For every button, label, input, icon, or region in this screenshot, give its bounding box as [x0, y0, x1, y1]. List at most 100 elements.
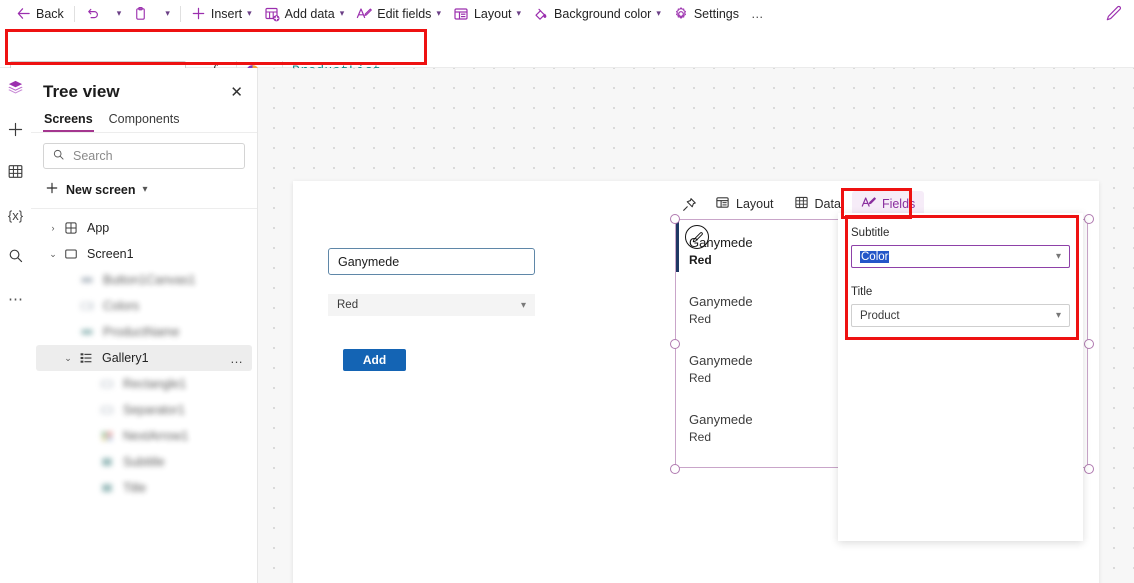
pin-icon[interactable] [675, 191, 704, 217]
image-icon [97, 429, 117, 443]
resize-handle-bottom-right[interactable] [1084, 464, 1094, 474]
edit-pencil-icon[interactable] [685, 225, 709, 249]
subtitle-field-value: Color [860, 250, 890, 263]
tree-view-list: › App ⌄ Screen1 Button1Canvas1 Colors Pr… [31, 209, 257, 501]
back-button[interactable]: Back [10, 2, 70, 26]
shape-icon [97, 377, 117, 391]
edit-fields-button[interactable]: Edit fields ▾ [350, 2, 447, 26]
rail-item-tree-view[interactable] [0, 68, 31, 110]
tree-item-label: Button1Canvas1 [103, 273, 196, 287]
layout-icon [453, 6, 469, 22]
chevron-down-icon: ▾ [516, 8, 522, 18]
tree-view-header: Tree view ✕ [31, 68, 257, 108]
paste-button[interactable] [127, 2, 154, 26]
tab-data-label: Data [814, 197, 841, 211]
title-field-dropdown[interactable]: Product ▾ [851, 304, 1070, 327]
tree-item-label: Separator1 [123, 403, 185, 417]
tree-item-productname[interactable]: ProductName [31, 319, 257, 345]
title-field-value: Product [860, 309, 900, 322]
rail-item-more[interactable]: ⋯ [0, 278, 31, 320]
label-icon [97, 455, 117, 469]
tree-item-nextarrow1[interactable]: NextArrow1 [31, 423, 257, 449]
search-input-wrapper[interactable] [43, 143, 245, 169]
add-data-label: Add data [284, 6, 335, 21]
resize-handle-bottom-left[interactable] [670, 464, 680, 474]
paste-dropdown[interactable]: ▾ [154, 2, 176, 26]
resize-handle-middle-left[interactable] [670, 339, 680, 349]
gallery-item[interactable]: Ganymede Red [676, 397, 841, 454]
add-data-icon [264, 6, 280, 22]
gallery-item-subtitle: Red [689, 371, 712, 385]
search-input[interactable] [71, 148, 236, 164]
tab-components[interactable]: Components [108, 108, 181, 132]
left-icon-rail: {x} ⋯ [0, 68, 32, 583]
edit-fields-icon [861, 195, 876, 213]
plus-icon [7, 121, 24, 141]
chevron-down-icon[interactable]: ⌄ [60, 353, 76, 364]
tab-layout-label: Layout [736, 197, 774, 211]
gallery-item[interactable]: Ganymede Red [676, 220, 841, 277]
rail-item-insert[interactable] [0, 110, 31, 152]
tree-view-panel: Tree view ✕ Screens Components New scree… [31, 68, 258, 583]
undo-icon [85, 6, 100, 21]
insert-button[interactable]: Insert ▾ [185, 2, 258, 26]
layout-button[interactable]: Layout ▾ [447, 2, 527, 26]
chevron-down-icon: ▾ [436, 8, 441, 18]
chevron-down-icon: ▾ [142, 184, 148, 195]
edit-fields-label: Edit fields [377, 6, 432, 21]
paste-icon [133, 6, 148, 21]
tree-item-label: Gallery1 [102, 351, 149, 365]
back-arrow-icon [16, 6, 31, 21]
chevron-down-icon: ▾ [165, 8, 170, 18]
add-button[interactable]: Add [343, 349, 406, 371]
tree-item-gallery1[interactable]: ⌄ Gallery1 … [36, 345, 252, 371]
tab-layout[interactable]: Layout [706, 191, 783, 217]
tab-screens[interactable]: Screens [43, 108, 94, 132]
chevron-down-icon[interactable]: ⌄ [45, 249, 61, 260]
chevron-right-icon[interactable]: › [45, 223, 61, 233]
tree-item-label: Rectangle1 [123, 377, 187, 391]
settings-button[interactable]: Settings [667, 2, 745, 26]
tree-item-overflow-icon[interactable]: … [230, 351, 244, 366]
background-color-button[interactable]: Background color ▾ [527, 2, 667, 26]
gallery-item-subtitle: Red [689, 430, 712, 444]
gallery-item-selection-bar [676, 220, 679, 272]
gallery-item[interactable]: Ganymede Red [676, 338, 841, 395]
screen-icon [61, 247, 81, 261]
rail-item-variables[interactable]: {x} [0, 194, 31, 236]
command-overflow-button[interactable]: … [745, 2, 771, 26]
undo-button[interactable] [79, 2, 106, 26]
add-data-button[interactable]: Add data ▾ [258, 2, 351, 26]
dropdown-icon [77, 299, 97, 313]
tree-item-separator1[interactable]: Separator1 [31, 397, 257, 423]
close-icon[interactable]: ✕ [230, 85, 243, 100]
pencil-icon[interactable] [1105, 5, 1122, 25]
tree-item-subtitle[interactable]: Subtitle [31, 449, 257, 475]
undo-dropdown[interactable]: ▾ [106, 2, 128, 26]
subtitle-field-dropdown[interactable]: Color ▾ [851, 245, 1070, 268]
gallery-icon [76, 351, 96, 365]
search-icon [52, 148, 65, 164]
tree-item-label: Screen1 [87, 247, 134, 261]
overflow-dots-icon: … [751, 6, 765, 21]
tree-item-title[interactable]: Title [31, 475, 257, 501]
gallery-item-subtitle: Red [689, 253, 712, 267]
rail-item-data[interactable] [0, 152, 31, 194]
gallery-item-subtitle: Red [689, 312, 712, 326]
product-name-input[interactable]: Ganymede [328, 248, 535, 275]
tree-item-screen1[interactable]: ⌄ Screen1 [31, 241, 257, 267]
tree-item-rectangle1[interactable]: Rectangle1 [31, 371, 257, 397]
gallery-item[interactable]: Ganymede Red [676, 279, 841, 336]
tree-item-button1canvas1[interactable]: Button1Canvas1 [31, 267, 257, 293]
resize-handle-middle-right[interactable] [1084, 339, 1094, 349]
new-screen-button[interactable]: New screen ▾ [43, 176, 245, 203]
rail-item-search[interactable] [0, 236, 31, 278]
divider [179, 5, 181, 22]
tree-item-colors[interactable]: Colors [31, 293, 257, 319]
color-dropdown[interactable]: Red ▾ [328, 294, 535, 316]
tree-item-app[interactable]: › App [31, 215, 257, 241]
settings-gear-icon [673, 6, 689, 22]
gallery-item-title: Ganymede [689, 294, 753, 309]
resize-handle-top-right[interactable] [1084, 214, 1094, 224]
chevron-down-icon: ▾ [656, 8, 661, 18]
